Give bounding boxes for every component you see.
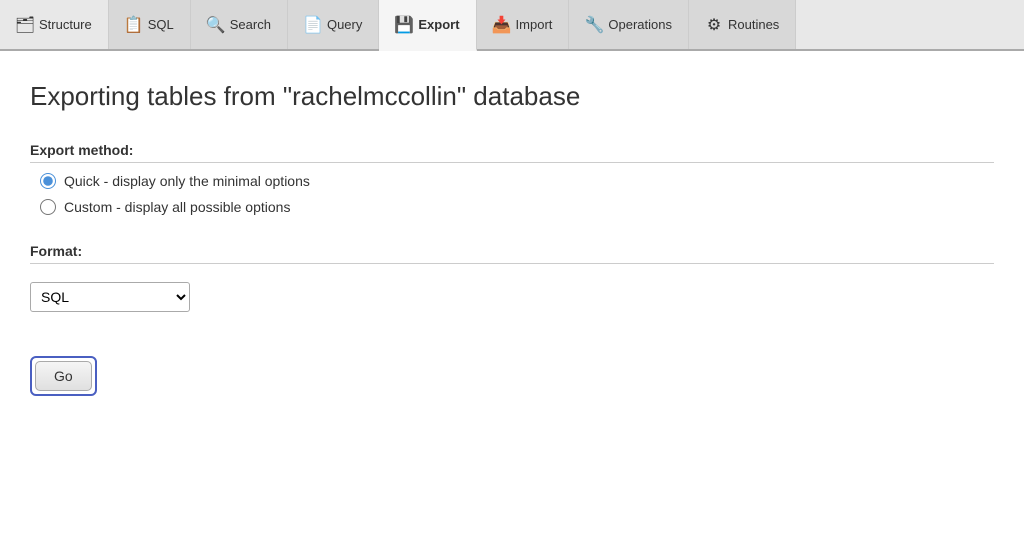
- query-icon: 📄: [304, 16, 322, 34]
- tab-export[interactable]: 💾 Export: [379, 0, 476, 51]
- routines-icon: ⚙: [705, 16, 723, 34]
- tab-import[interactable]: 📥 Import: [477, 0, 570, 49]
- search-icon: 🔍: [207, 16, 225, 34]
- main-content: Exporting tables from "rachelmccollin" d…: [0, 51, 1024, 557]
- go-button[interactable]: Go: [35, 361, 92, 391]
- tab-sql[interactable]: 📋 SQL: [109, 0, 191, 49]
- tab-query[interactable]: 📄 Query: [288, 0, 379, 49]
- sql-icon: 📋: [125, 16, 143, 34]
- page-title: Exporting tables from "rachelmccollin" d…: [30, 81, 994, 112]
- radio-custom-input[interactable]: [40, 199, 56, 215]
- export-method-radio-group: Quick - display only the minimal options…: [30, 173, 994, 215]
- export-method-section: Export method: Quick - display only the …: [30, 142, 994, 215]
- format-select[interactable]: SQL CSV JSON XML PDF: [30, 282, 190, 312]
- structure-icon: 🗂: [16, 16, 34, 34]
- tab-sql-label: SQL: [148, 17, 174, 32]
- radio-custom-label: Custom - display all possible options: [64, 199, 290, 215]
- tab-structure[interactable]: 🗂 Structure: [0, 0, 109, 49]
- tab-search[interactable]: 🔍 Search: [191, 0, 288, 49]
- radio-quick-option[interactable]: Quick - display only the minimal options: [40, 173, 994, 189]
- tab-query-label: Query: [327, 17, 362, 32]
- tab-bar: 🗂 Structure 📋 SQL 🔍 Search 📄 Query 💾 Exp…: [0, 0, 1024, 51]
- operations-icon: 🔧: [585, 16, 603, 34]
- radio-quick-label: Quick - display only the minimal options: [64, 173, 310, 189]
- format-section: Format: SQL CSV JSON XML PDF: [30, 243, 994, 312]
- import-icon: 📥: [493, 16, 511, 34]
- tab-routines[interactable]: ⚙ Routines: [689, 0, 796, 49]
- tab-operations[interactable]: 🔧 Operations: [569, 0, 689, 49]
- tab-import-label: Import: [516, 17, 553, 32]
- tab-search-label: Search: [230, 17, 271, 32]
- tab-routines-label: Routines: [728, 17, 779, 32]
- go-button-wrapper: Go: [30, 356, 97, 396]
- tab-structure-label: Structure: [39, 17, 92, 32]
- export-method-label: Export method:: [30, 142, 994, 163]
- tab-export-label: Export: [418, 17, 459, 32]
- tab-operations-label: Operations: [608, 17, 672, 32]
- format-label: Format:: [30, 243, 994, 264]
- radio-quick-input[interactable]: [40, 173, 56, 189]
- radio-custom-option[interactable]: Custom - display all possible options: [40, 199, 994, 215]
- export-icon: 💾: [395, 16, 413, 34]
